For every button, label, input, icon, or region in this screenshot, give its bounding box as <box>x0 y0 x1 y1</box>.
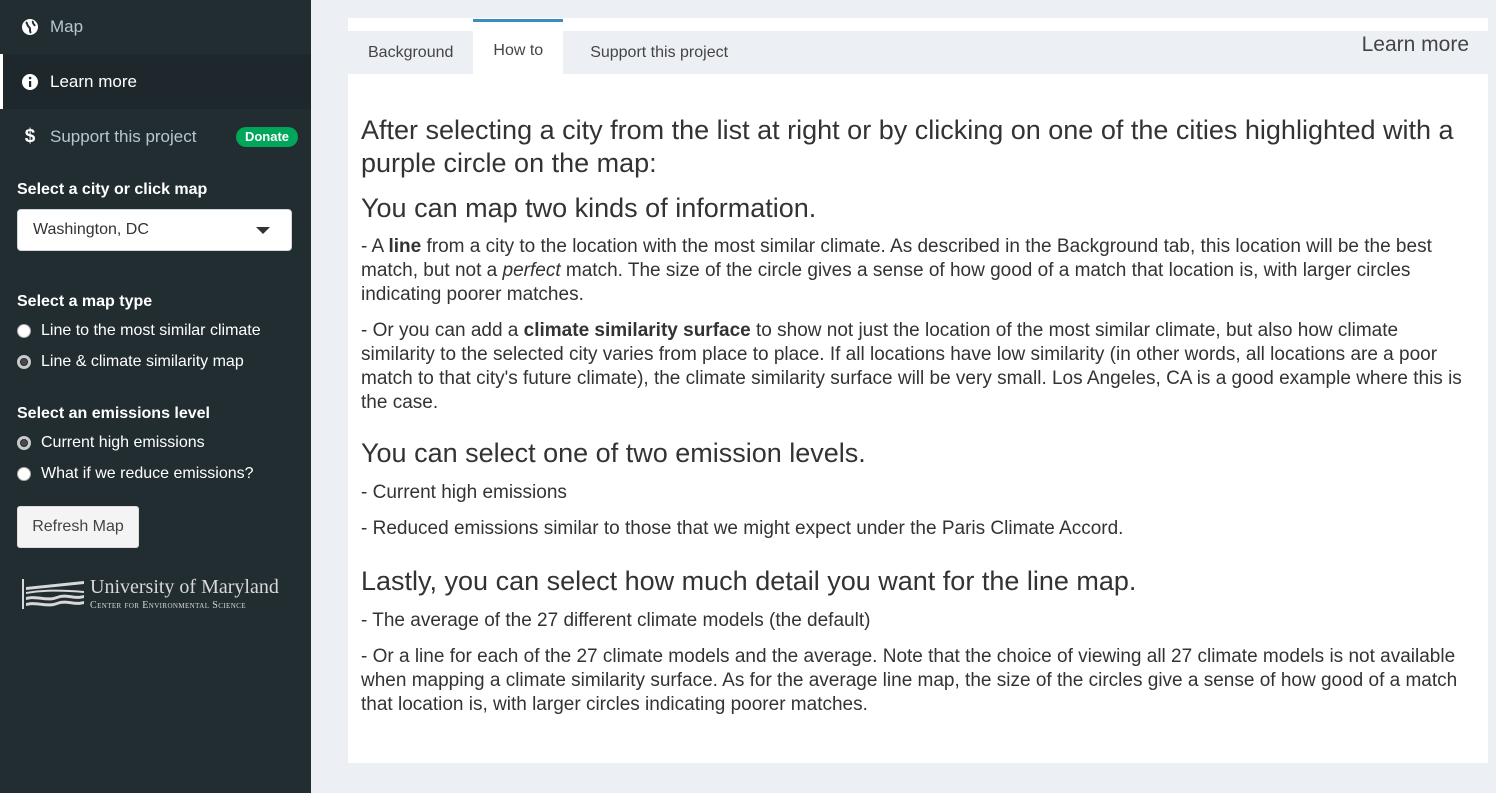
radio-emissions-reduced[interactable]: What if we reduce emissions? <box>17 458 294 489</box>
radio-map-type-surface[interactable]: Line & climate similarity map <box>17 346 294 377</box>
sidebar: Map Learn more $ Support this project Do… <box>0 0 311 793</box>
radio-label: Current high emissions <box>41 433 205 451</box>
detail-heading: Lastly, you can select how much detail y… <box>361 566 1137 596</box>
radio-button[interactable] <box>17 466 31 481</box>
tab-background[interactable]: Background <box>348 31 473 74</box>
radio-label: Line & climate similarity map <box>41 352 244 370</box>
emissions-item-2: - Reduced emissions similar to those tha… <box>361 518 1124 539</box>
city-select[interactable]: Washington, DC <box>17 209 292 251</box>
menu-item-map[interactable]: Map <box>0 0 311 54</box>
intro-heading: After selecting a city from the list at … <box>361 115 1454 178</box>
donate-badge: Donate <box>235 127 298 147</box>
tab-label: How to <box>493 42 544 59</box>
menu-label: Map <box>50 17 84 36</box>
tab-box: Background How to Support this project L… <box>348 18 1488 763</box>
tab-label: Background <box>368 43 454 61</box>
radio-button-checked[interactable] <box>17 354 31 369</box>
how-to-content: After selecting a city from the list at … <box>348 74 1488 717</box>
dollar-icon: $ <box>24 125 36 147</box>
tab-box-title: Learn more <box>1361 33 1469 56</box>
radio-map-type-line[interactable]: Line to the most similar climate <box>17 315 294 346</box>
radio-emissions-high[interactable]: Current high emissions <box>17 427 294 458</box>
city-select-value: Washington, DC <box>33 221 149 238</box>
menu-item-learn-more[interactable]: Learn more <box>0 54 311 109</box>
city-select-label: Select a city or click map <box>17 181 208 198</box>
tab-label: Support this project <box>590 43 729 61</box>
menu-item-support[interactable]: $ Support this project Donate <box>0 109 311 164</box>
logo-line2: Center for Environmental Science <box>90 600 246 611</box>
tab-how-to[interactable]: How to <box>473 19 564 74</box>
info-icon <box>20 72 40 92</box>
kinds-heading: You can map two kinds of information. <box>361 193 817 223</box>
map-type-group: Select a map type Line to the most simil… <box>0 293 311 377</box>
emissions-item-1: - Current high emissions <box>361 482 567 503</box>
tab-support[interactable]: Support this project <box>563 31 748 74</box>
menu-label: Learn more <box>50 71 137 91</box>
emissions-heading: You can select one of two emission level… <box>361 438 866 468</box>
radio-button-checked[interactable] <box>17 435 31 450</box>
emissions-label: Select an emissions level <box>17 405 210 422</box>
radio-button[interactable] <box>17 323 31 338</box>
emissions-group: Select an emissions level Current high e… <box>0 405 311 489</box>
radio-label: What if we reduce emissions? <box>41 464 254 482</box>
umces-logo: University of Maryland Center for Enviro… <box>22 577 279 611</box>
refresh-group: Refresh Map <box>0 506 311 548</box>
refresh-map-button[interactable]: Refresh Map <box>17 506 139 548</box>
umces-logo-icon <box>22 579 84 609</box>
detail-item-1: - The average of the 27 different climat… <box>361 610 871 631</box>
menu-label: Support this project <box>50 126 197 146</box>
map-type-label: Select a map type <box>17 293 153 310</box>
tab-bar: Background How to Support this project L… <box>348 19 1488 74</box>
surface-paragraph: - Or you can add a climate similarity su… <box>361 320 1462 413</box>
globe-icon <box>20 17 40 37</box>
chevron-down-icon <box>256 227 270 234</box>
line-paragraph: - A line from a city to the location wit… <box>361 236 1432 305</box>
city-select-group: Select a city or click map Washington, D… <box>0 181 311 251</box>
logo-line1: University of Maryland <box>90 576 279 598</box>
radio-label: Line to the most similar climate <box>41 321 261 339</box>
detail-item-2: - Or a line for each of the 27 climate m… <box>361 646 1458 715</box>
